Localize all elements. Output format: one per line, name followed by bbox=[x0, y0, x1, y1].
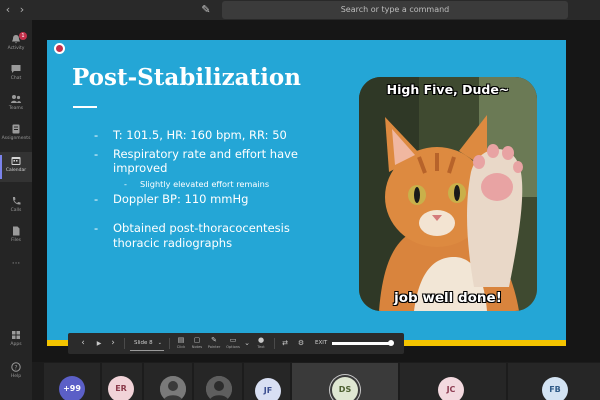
app-rail: 1 Activity Chat Teams Assignments Calend… bbox=[0, 20, 32, 400]
rail-label: Assignments bbox=[1, 136, 31, 141]
title-underline bbox=[73, 106, 97, 108]
svg-text:?: ? bbox=[14, 364, 17, 371]
rail-label: Chat bbox=[10, 76, 22, 81]
apps-icon bbox=[12, 331, 20, 339]
title-bar: ‹ › ✎ Search or type a command bbox=[0, 0, 600, 20]
rail-item-files[interactable]: Files bbox=[0, 222, 32, 252]
rail-item-calendar[interactable]: Calendar bbox=[0, 152, 32, 182]
teams-icon bbox=[11, 95, 21, 103]
rail-item-apps[interactable]: Apps bbox=[0, 326, 32, 356]
cat-high-five-meme: High Five, Dude~ job well done! bbox=[359, 77, 537, 311]
options-button[interactable]: ▭ Options bbox=[224, 336, 242, 351]
rail-item-chat[interactable]: Chat bbox=[0, 60, 32, 90]
overflow-participants-avatar[interactable]: +99 bbox=[59, 376, 85, 400]
slide-sub-bullet: - Slightly elevated effort remains bbox=[124, 179, 270, 189]
previous-slide-button[interactable]: ‹ bbox=[78, 336, 88, 351]
click-tool-button[interactable]: ▤ Click bbox=[174, 336, 188, 351]
participant-tile[interactable] bbox=[144, 363, 192, 400]
recording-indicator-icon bbox=[54, 43, 65, 54]
rail-label: Help bbox=[10, 374, 22, 379]
gear-icon[interactable]: ⚙ bbox=[296, 336, 306, 351]
avatar: ER bbox=[108, 376, 134, 400]
pointer-button[interactable]: ✎ Pointer bbox=[206, 336, 222, 351]
profile-photo-icon bbox=[160, 376, 186, 400]
play-icon[interactable]: ▶ bbox=[94, 336, 104, 351]
avatar bbox=[206, 376, 232, 400]
teams-window: ‹ › ✎ Search or type a command 1 Activit… bbox=[0, 0, 600, 400]
back-arrow-icon[interactable]: ‹ bbox=[2, 2, 14, 18]
participant-tile[interactable]: JF bbox=[244, 363, 290, 400]
rail-item-help[interactable]: ? Help bbox=[0, 358, 32, 388]
avatar: JF bbox=[255, 378, 281, 400]
toolbar-divider bbox=[169, 338, 170, 349]
progress-handle[interactable] bbox=[387, 340, 394, 346]
participant-tile[interactable]: +99 bbox=[44, 363, 100, 400]
more-icon: ··· bbox=[11, 259, 21, 269]
compose-icon[interactable]: ✎ bbox=[198, 2, 214, 18]
search-input[interactable]: Search or type a command bbox=[222, 1, 568, 19]
assignments-icon bbox=[12, 124, 20, 134]
slide-bullet-continuation: thoracic radiographs bbox=[113, 236, 233, 250]
rail-item-activity[interactable]: 1 Activity bbox=[0, 30, 32, 60]
avatar: DS bbox=[332, 377, 358, 400]
meme-top-caption: High Five, Dude~ bbox=[386, 82, 510, 97]
presenter-toolbar: ‹ ▶ › Slide 8 ⌄ ▤ Click ▢ Notes ✎ Pointer ▭ O… bbox=[68, 333, 404, 354]
slide-number-select[interactable]: Slide 8 ⌄ bbox=[130, 336, 164, 351]
options-chevron-icon[interactable]: ⌄ bbox=[243, 336, 251, 351]
slide-title: Post-Stabilization bbox=[72, 64, 301, 91]
toolbar-divider bbox=[274, 338, 275, 349]
rail-label: Teams bbox=[8, 106, 24, 111]
slide-bullet: - Respiratory rate and effort have bbox=[94, 147, 298, 161]
rail-label: Activity bbox=[7, 46, 25, 51]
slide-bullet: - T: 101.5, HR: 160 bpm, RR: 50 bbox=[94, 128, 287, 142]
next-slide-button[interactable]: › bbox=[108, 336, 118, 351]
participant-tile[interactable]: FB bbox=[508, 363, 600, 400]
forward-arrow-icon[interactable]: › bbox=[16, 2, 28, 18]
participant-tile[interactable]: JC bbox=[400, 363, 506, 400]
rail-item-more[interactable]: ··· bbox=[0, 258, 32, 274]
chevron-down-icon: ⌄ bbox=[157, 340, 162, 346]
rail-label: Calendar bbox=[5, 168, 27, 173]
slide-bullet: - Doppler BP: 110 mmHg bbox=[94, 192, 249, 206]
progress-fill bbox=[332, 342, 391, 345]
participant-tile-active-speaker[interactable]: DS bbox=[292, 363, 398, 400]
avatar: FB bbox=[542, 377, 568, 400]
slide-bullet-continuation: improved bbox=[113, 161, 168, 175]
activity-badge: 1 bbox=[19, 32, 27, 40]
text-button[interactable]: ● Text bbox=[255, 336, 267, 351]
participant-tile[interactable]: ER bbox=[102, 363, 142, 400]
avatar: JC bbox=[438, 377, 464, 400]
meme-bottom-caption: job well done! bbox=[394, 290, 502, 306]
rail-item-calls[interactable]: Calls bbox=[0, 192, 32, 222]
help-icon: ? bbox=[11, 362, 21, 372]
chat-icon bbox=[11, 65, 21, 73]
rail-label: Calls bbox=[10, 208, 22, 213]
slide-progress-slider[interactable] bbox=[332, 340, 394, 346]
cat-illustration bbox=[359, 77, 537, 311]
slide-bullet: - Obtained post-thoracocentesis bbox=[94, 221, 290, 235]
rail-label: Files bbox=[11, 238, 21, 243]
avatar bbox=[160, 376, 186, 400]
exit-button[interactable]: EXIT bbox=[315, 336, 327, 351]
toolbar-divider bbox=[124, 338, 125, 349]
notes-button[interactable]: ▢ Notes bbox=[190, 336, 204, 351]
calendar-icon bbox=[11, 157, 21, 165]
profile-photo-icon bbox=[206, 376, 232, 400]
rail-item-assignments[interactable]: Assignments bbox=[0, 120, 32, 150]
files-icon bbox=[13, 226, 20, 236]
phone-icon bbox=[12, 197, 21, 205]
swap-icon[interactable]: ⇄ bbox=[280, 336, 290, 351]
rail-item-teams[interactable]: Teams bbox=[0, 90, 32, 120]
rail-label: Apps bbox=[10, 342, 22, 347]
participant-tile[interactable] bbox=[194, 363, 242, 400]
